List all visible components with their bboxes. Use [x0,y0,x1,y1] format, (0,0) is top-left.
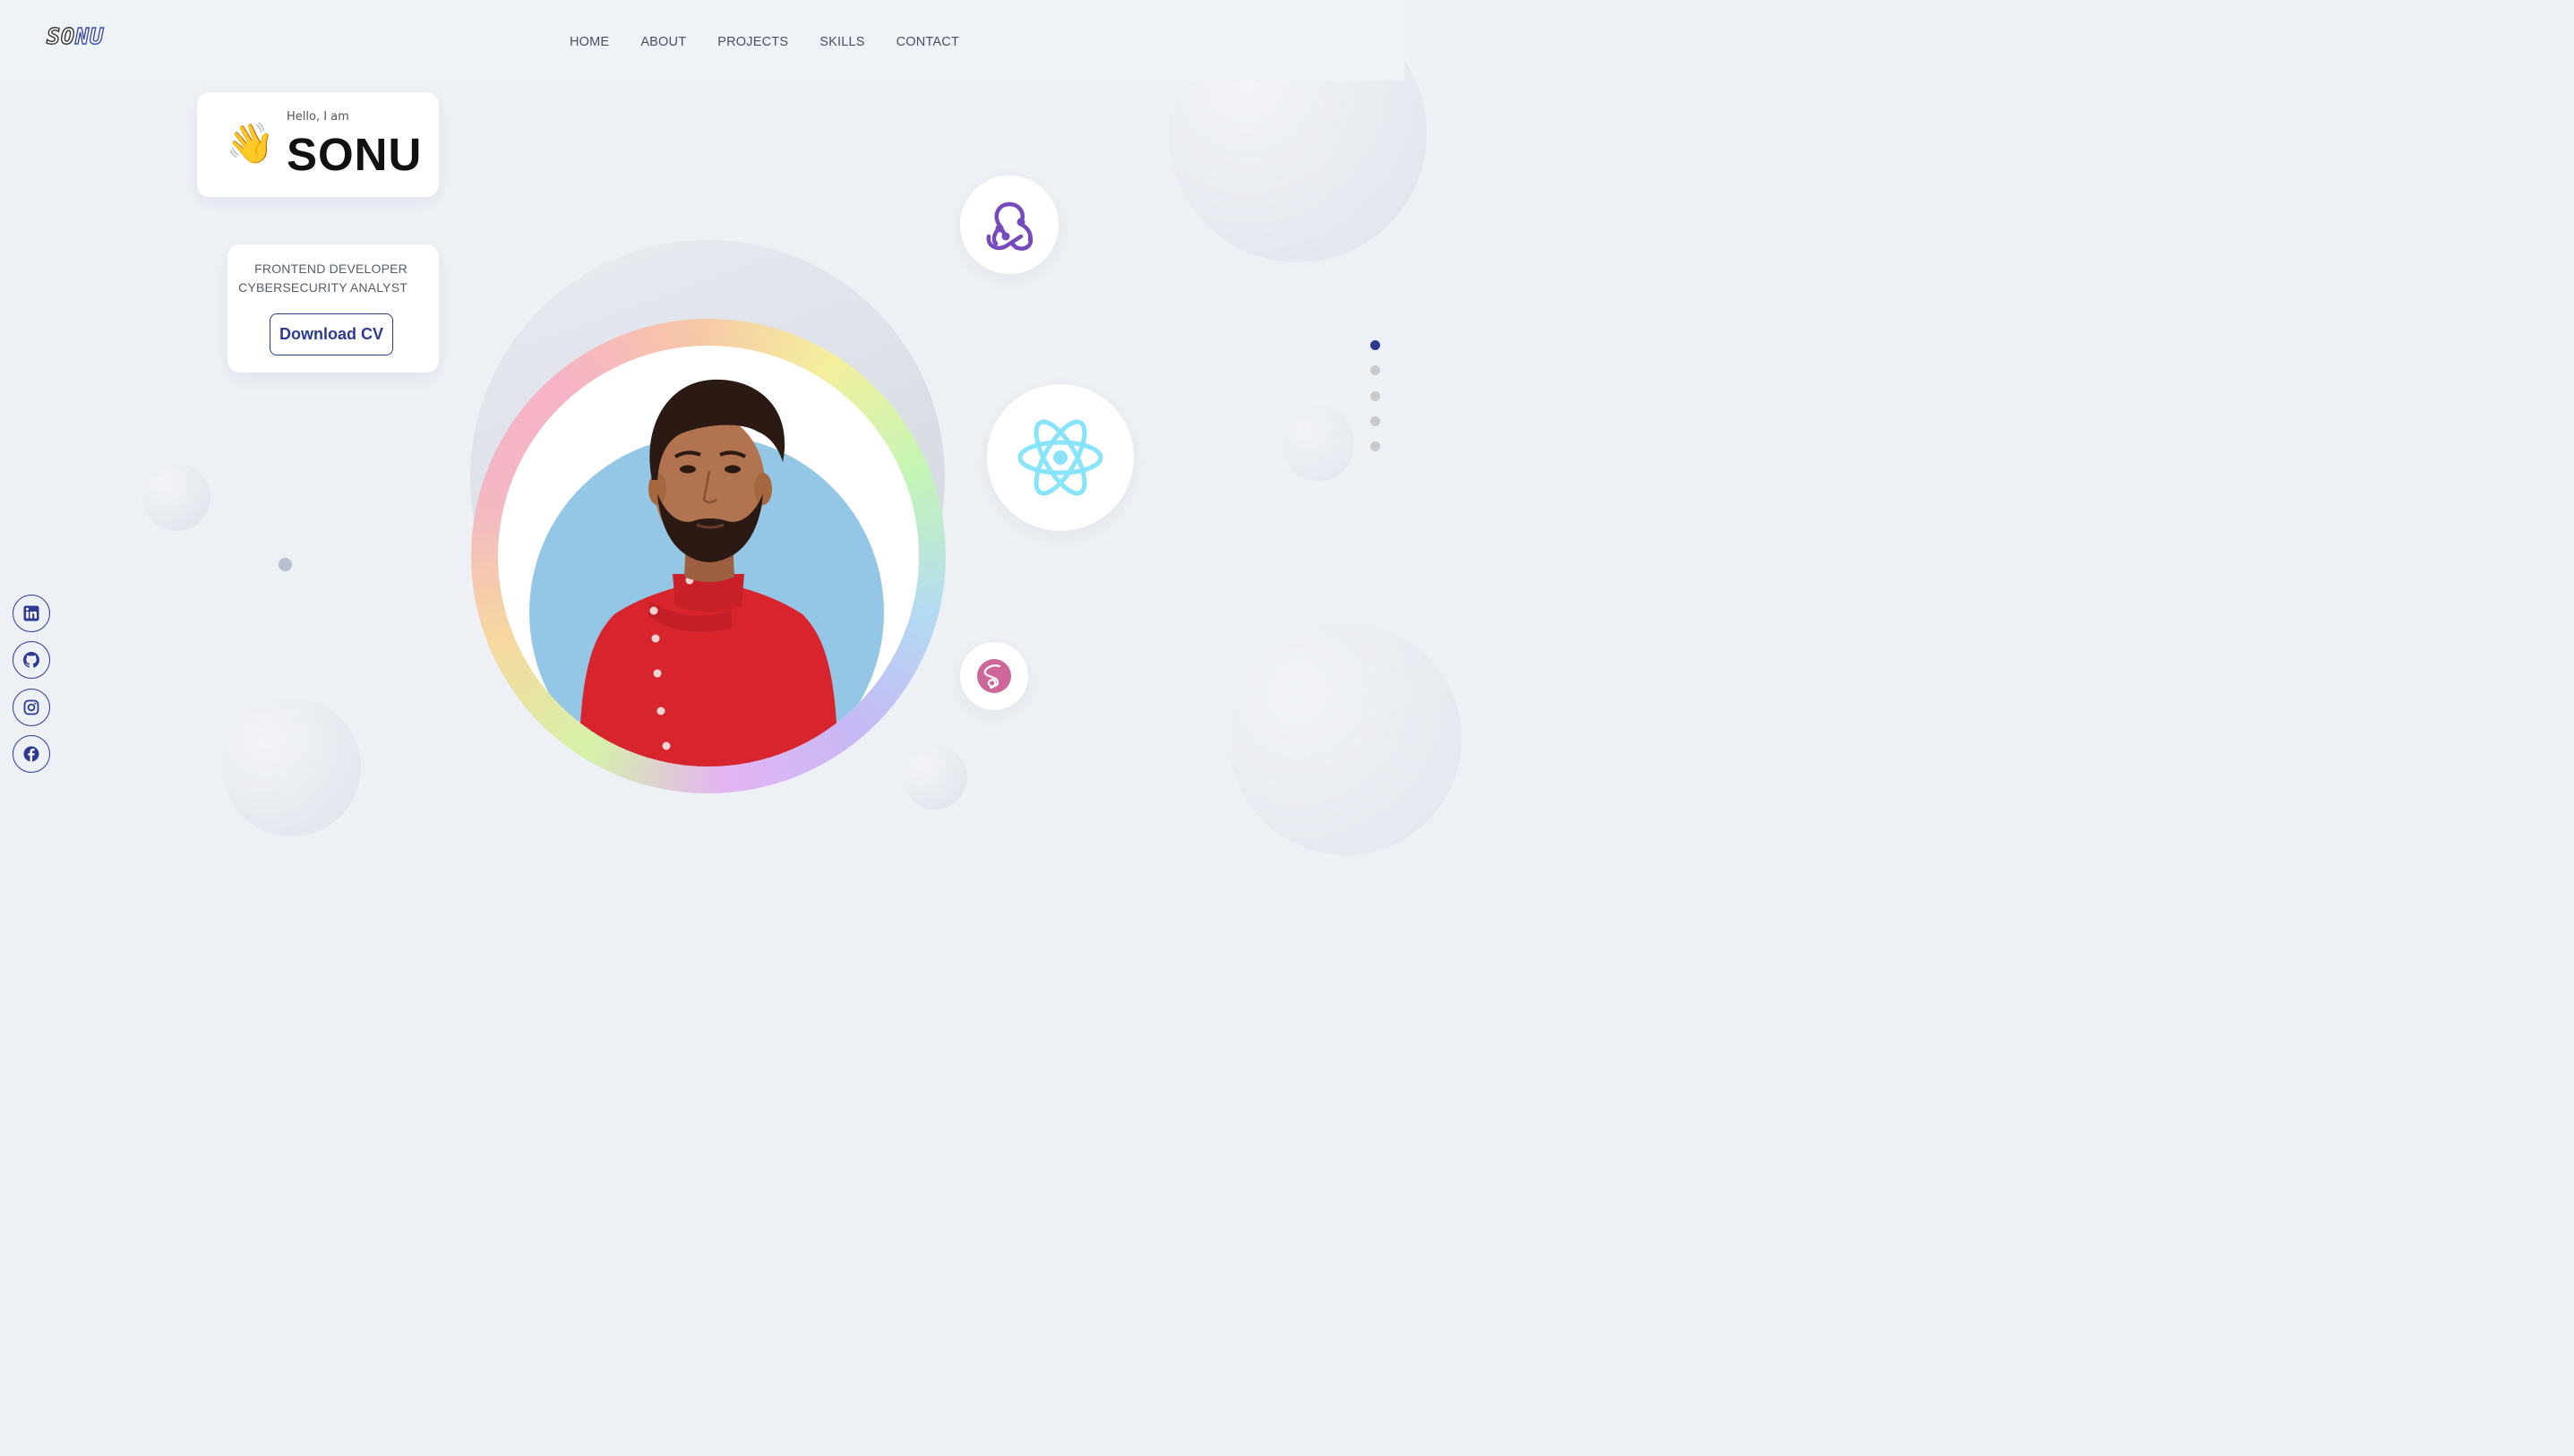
bg-bubble [1229,622,1462,855]
nav-home[interactable]: HOME [570,35,609,49]
react-badge [987,384,1134,531]
greeting-card: 👋 Hello, I am SONU [197,92,439,197]
bg-bubble [1283,405,1354,482]
portrait-ring [471,319,946,793]
section-dot-4[interactable] [1370,415,1380,426]
logo-part-2: NU [74,22,105,49]
site-logo[interactable]: SONU [46,22,105,49]
social-links [13,595,50,783]
sass-icon [977,659,1011,693]
bg-bubble [142,463,210,531]
section-dot-1[interactable] [1370,340,1380,350]
linkedin-link[interactable] [13,595,50,632]
profile-photo [579,379,838,767]
sass-badge [960,642,1028,710]
nav-about[interactable]: ABOUT [640,35,686,49]
main-nav: HOME ABOUT PROJECTS SKILLS CONTACT [570,35,959,49]
hero-name: SONU [287,129,423,180]
nav-skills[interactable]: SKILLS [819,35,864,49]
header: SONU HOME ABOUT PROJECTS SKILLS CONTACT [0,0,1404,81]
waving-hand-icon: 👋 [226,121,275,167]
nav-contact[interactable]: CONTACT [897,35,959,49]
logo-part-1: SO [46,22,76,49]
section-dot-2[interactable] [1370,365,1380,376]
redux-icon [986,201,1034,251]
github-icon [23,652,39,668]
section-dot-5[interactable] [1370,441,1380,452]
role-cybersecurity: CYBERSECURITY ANALYST [238,280,408,295]
portrait-frame [498,346,919,767]
react-icon [1017,419,1103,496]
download-cv-button[interactable]: Download CV [270,313,393,355]
instagram-icon [23,699,39,715]
facebook-icon [23,746,39,762]
section-indicator [1370,340,1380,467]
role-card: FRONTEND DEVELOPER CYBERSECURITY ANALYST… [227,244,439,373]
linkedin-icon [23,605,39,621]
redux-badge [960,176,1059,274]
greeting-text: Hello, I am [287,110,349,124]
nav-projects[interactable]: PROJECTS [717,35,788,49]
section-dot-3[interactable] [1370,390,1380,401]
instagram-link[interactable] [13,688,50,726]
bg-bubble [222,698,361,836]
facebook-link[interactable] [13,735,50,774]
bg-bubble [279,558,292,571]
github-link[interactable] [13,641,50,680]
role-frontend: FRONTEND DEVELOPER [254,261,408,276]
